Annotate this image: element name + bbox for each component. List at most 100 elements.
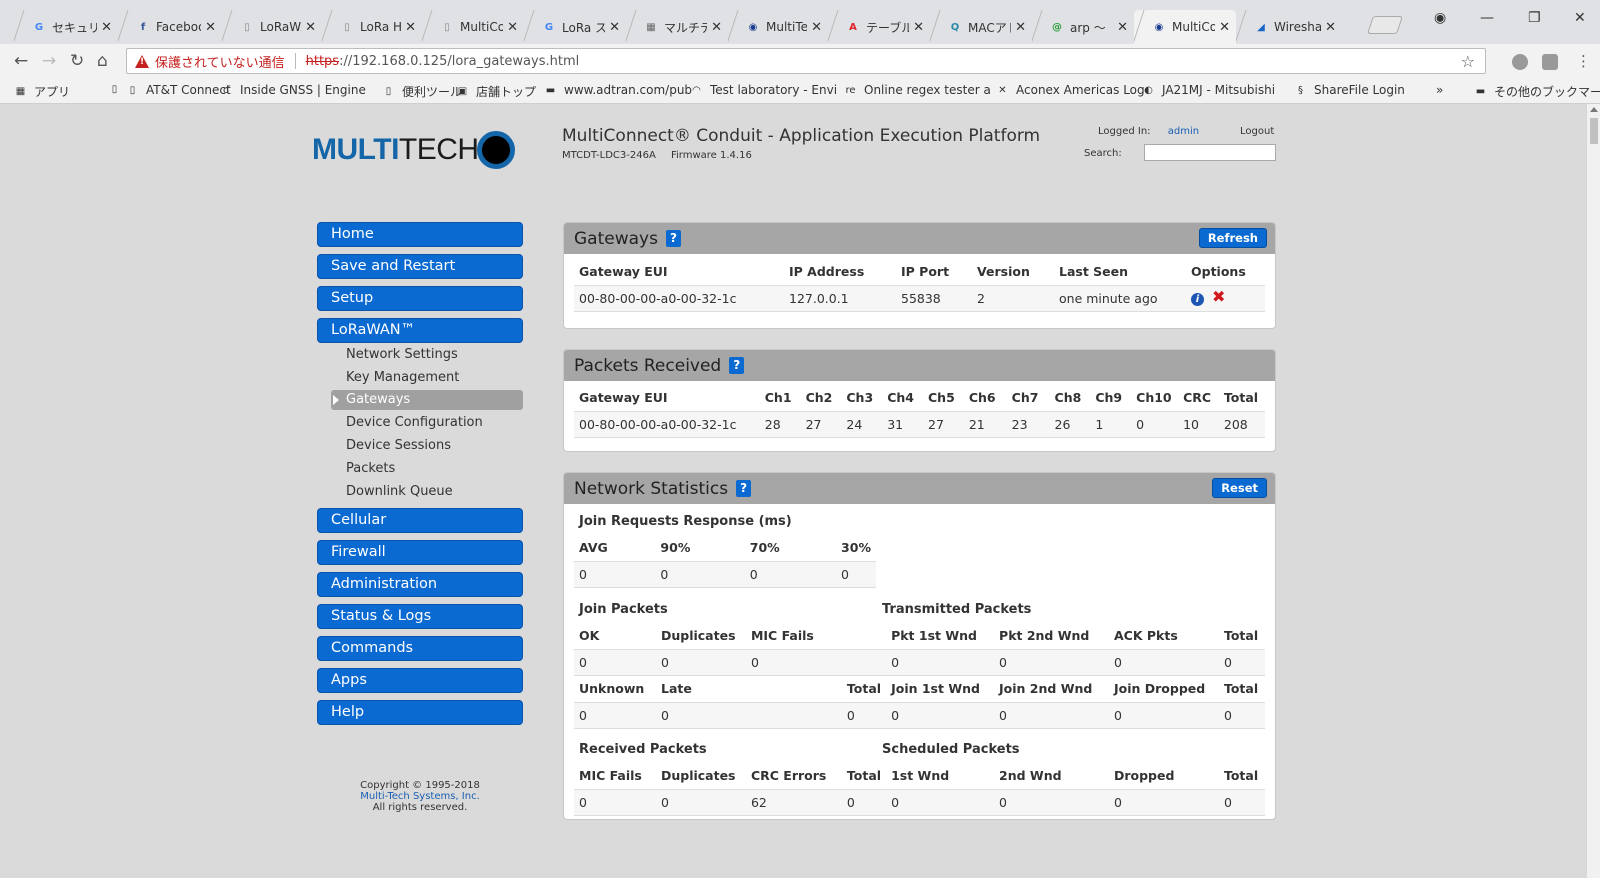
scroll-up-icon[interactable] bbox=[1590, 107, 1598, 112]
new-tab-button[interactable] bbox=[1367, 16, 1403, 34]
packets-header: Packets Received ? bbox=[564, 350, 1275, 381]
sidebar-item-firewall[interactable]: Firewall bbox=[317, 540, 523, 565]
company-link[interactable]: Multi-Tech Systems, Inc. bbox=[360, 791, 480, 802]
bookmark-item[interactable]: ▯ 便利ツール bbox=[382, 83, 462, 100]
browser-tab[interactable]: ◉ MultiTec✕ bbox=[728, 10, 828, 44]
help-icon[interactable]: ? bbox=[665, 230, 681, 247]
tab-close-icon[interactable]: ✕ bbox=[913, 20, 924, 35]
help-icon[interactable]: ? bbox=[736, 480, 752, 497]
browser-tab[interactable]: ▦ マルチテ ✕ bbox=[626, 10, 728, 44]
sidebar-item-cellular[interactable]: Cellular bbox=[317, 508, 523, 533]
bookmark-item[interactable]: ▬ www.adtran.com/pub bbox=[544, 83, 692, 97]
tab-close-icon[interactable]: ✕ bbox=[1015, 20, 1026, 35]
browser-tab[interactable]: Q MACアド ✕ bbox=[930, 10, 1032, 44]
multitech-logo[interactable]: MULTI TECH bbox=[312, 128, 515, 172]
bookmark-item[interactable]: ▬ その他のブックマーク bbox=[1474, 83, 1600, 100]
browser-tab[interactable]: ◉ MultiCo ✕ bbox=[1134, 10, 1236, 44]
browser-tab[interactable]: G LoRa ス ✕ bbox=[524, 10, 626, 44]
bookmark-item[interactable]: re Online regex tester a bbox=[844, 83, 990, 97]
sidebar-item-home[interactable]: Home bbox=[317, 222, 523, 247]
sidebar-item-save-and-restart[interactable]: Save and Restart bbox=[317, 254, 523, 279]
bookmark-star-icon[interactable]: ☆ bbox=[1461, 52, 1475, 71]
bookmark-item[interactable]: ◠ Test laboratory - Envi bbox=[690, 83, 837, 97]
scroll-thumb[interactable] bbox=[1590, 118, 1598, 144]
tab-favicon-icon: ▯ bbox=[344, 21, 350, 33]
bookmark-item[interactable]: ʛ Inside GNSS | Engine bbox=[220, 83, 366, 97]
submenu-item-gateways[interactable]: Gateways bbox=[331, 390, 523, 410]
browser-tab[interactable]: ▯ LoRa Hu✕ bbox=[322, 10, 422, 44]
column-header: Total bbox=[1223, 627, 1259, 643]
tab-close-icon[interactable]: ✕ bbox=[305, 20, 316, 35]
profile-icon[interactable]: ◉ bbox=[1434, 10, 1446, 26]
tab-close-icon[interactable]: ✕ bbox=[101, 20, 112, 35]
netstats-body: Join Requests Response (ms) AVG 90% 70% 30%… bbox=[564, 504, 1275, 819]
bookmark-item[interactable]: ▣ 店舗トップ bbox=[456, 83, 536, 100]
sidebar-item-commands[interactable]: Commands bbox=[317, 636, 523, 661]
tab-close-icon[interactable]: ✕ bbox=[205, 20, 216, 35]
extension-g-icon[interactable] bbox=[1542, 54, 1558, 70]
table-cell: 0 bbox=[1108, 701, 1219, 729]
delete-icon[interactable]: ✖ bbox=[1212, 289, 1225, 305]
tab-close-icon[interactable]: ✕ bbox=[405, 20, 416, 35]
address-separator bbox=[294, 53, 296, 69]
extension-icon[interactable] bbox=[1512, 54, 1528, 70]
page-scrollbar[interactable] bbox=[1586, 104, 1600, 878]
bookmark-icon: re bbox=[845, 84, 856, 96]
close-window-icon[interactable]: ✕ bbox=[1574, 10, 1586, 26]
browser-tab[interactable]: A テーブルを✕ bbox=[828, 10, 930, 44]
tab-close-icon[interactable]: ✕ bbox=[1219, 20, 1230, 35]
restore-icon[interactable]: ❐ bbox=[1528, 10, 1541, 26]
sidebar-item-status-logs[interactable]: Status & Logs bbox=[317, 604, 523, 629]
browser-tab[interactable]: ▯ LoRaWA ✕ bbox=[222, 10, 322, 44]
sidebar-item-setup[interactable]: Setup bbox=[317, 286, 523, 311]
bookmark-item[interactable]: ◐ JA21MJ - Mitsubishi bbox=[1142, 83, 1275, 97]
forward-icon[interactable]: → bbox=[42, 52, 56, 70]
sidebar-item-apps[interactable]: Apps bbox=[317, 668, 523, 693]
tab-close-icon[interactable]: ✕ bbox=[609, 20, 620, 35]
search-input[interactable] bbox=[1144, 144, 1276, 161]
back-icon[interactable]: ← bbox=[14, 52, 28, 70]
address-bar[interactable]: 保護されていない通信 https ://192.168.0.125/lora_g… bbox=[126, 48, 1486, 74]
home-icon[interactable]: ⌂ bbox=[97, 52, 108, 70]
browser-tab[interactable]: G セキュリテ✕ bbox=[14, 10, 118, 44]
reload-icon[interactable]: ↻ bbox=[70, 52, 84, 70]
bookmark-icon: ▣ bbox=[457, 86, 468, 97]
submenu-item-key-management[interactable]: Key Management bbox=[346, 370, 459, 385]
sidebar-item-administration[interactable]: Administration bbox=[317, 572, 523, 597]
help-icon[interactable]: ? bbox=[729, 357, 745, 374]
tab-close-icon[interactable]: ✕ bbox=[507, 20, 518, 35]
menu-icon[interactable]: ⋮ bbox=[1576, 52, 1591, 70]
tab-label: テーブルを bbox=[866, 20, 910, 35]
column-header: IP Address bbox=[789, 263, 865, 279]
bookmark-item[interactable]: § ShareFile Login bbox=[1294, 83, 1405, 97]
refresh-button[interactable]: Refresh bbox=[1198, 228, 1267, 248]
bookmark-item[interactable]: ✕ Aconex Americas Log bbox=[996, 83, 1144, 97]
submenu-item-device-sessions[interactable]: Device Sessions bbox=[346, 438, 451, 453]
logout-link[interactable]: Logout bbox=[1240, 126, 1274, 137]
bookmark-item[interactable]: ▦ アプリ bbox=[14, 83, 70, 100]
sidebar-item-lorawan[interactable]: LoRaWAN™ bbox=[317, 318, 523, 343]
submenu-item-downlink-queue[interactable]: Downlink Queue bbox=[346, 484, 453, 499]
bookmark-item[interactable]: ▯ AT&T Connect bbox=[126, 83, 231, 97]
submenu-item-network-settings[interactable]: Network Settings bbox=[346, 347, 458, 362]
browser-tab[interactable]: ▯ MultiCo ✕ bbox=[422, 10, 524, 44]
minimize-icon[interactable]: — bbox=[1480, 10, 1494, 26]
column-header: Duplicates bbox=[660, 627, 736, 643]
reset-button[interactable]: Reset bbox=[1212, 478, 1267, 498]
bookmark-item[interactable]: ▯ bbox=[108, 83, 128, 96]
info-icon[interactable]: i bbox=[1191, 293, 1204, 306]
submenu-item-device-configuration[interactable]: Device Configuration bbox=[346, 415, 483, 430]
sidebar-item-help[interactable]: Help bbox=[317, 700, 523, 725]
tab-close-icon[interactable]: ✕ bbox=[1325, 20, 1336, 35]
insecure-warning: 保護されていない通信 bbox=[155, 55, 285, 71]
table-row: 00-80-00-00-a0-00-32-1c 127.0.0.1 55838 2 on… bbox=[574, 284, 1265, 312]
submenu-item-packets[interactable]: Packets bbox=[346, 461, 395, 476]
user-link[interactable]: admin bbox=[1168, 126, 1199, 137]
bookmark-item[interactable]: » bbox=[1436, 83, 1443, 97]
tab-close-icon[interactable]: ✕ bbox=[811, 20, 822, 35]
tab-close-icon[interactable]: ✕ bbox=[1117, 20, 1128, 35]
browser-tab[interactable]: ◢ Wiresha ✕ bbox=[1236, 10, 1342, 44]
browser-tab[interactable]: @ arp ～ ✕ bbox=[1032, 10, 1134, 44]
browser-tab[interactable]: f Faceboo ✕ bbox=[118, 10, 222, 44]
tab-close-icon[interactable]: ✕ bbox=[711, 20, 722, 35]
